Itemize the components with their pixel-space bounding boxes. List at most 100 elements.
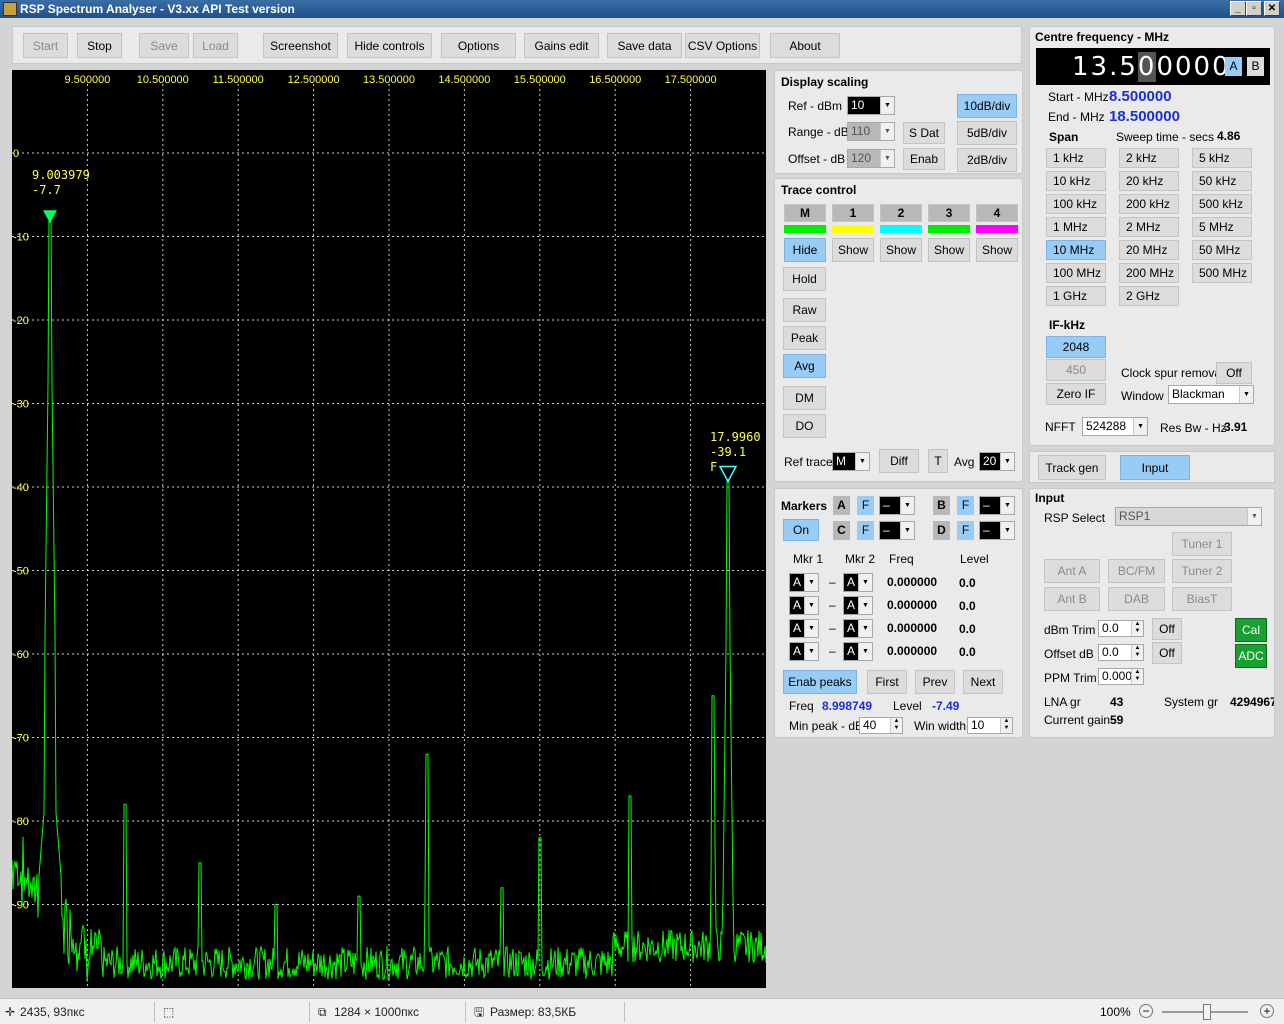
about-button[interactable]: About <box>770 33 840 58</box>
enab-peaks-button[interactable]: Enab peaks <box>783 670 857 694</box>
nfft-combo[interactable]: 524288 ▼ <box>1082 417 1148 436</box>
span-2mhz-button[interactable]: 2 MHz <box>1119 217 1179 237</box>
spectrum-plot[interactable]: 9.500000 10.500000 11.500000 12.500000 13.50… <box>12 70 766 988</box>
marker-c-f-button[interactable]: F <box>857 521 874 540</box>
spin-arrows-icon[interactable]: ▲ ▼ <box>1131 645 1143 660</box>
marker-row-1-mkr2[interactable]: A ▼ <box>843 573 873 592</box>
if-450-button[interactable]: 450 <box>1046 359 1106 381</box>
marker-row-3-mkr2[interactable]: A ▼ <box>843 619 873 638</box>
span-20khz-button[interactable]: 20 kHz <box>1119 171 1179 191</box>
span-1ghz-button[interactable]: 1 GHz <box>1046 286 1106 306</box>
biast-button[interactable]: BiasT <box>1172 587 1232 611</box>
centre-b-button[interactable]: B <box>1247 57 1264 76</box>
dm-button[interactable]: DM <box>783 386 826 410</box>
marker-row-4-mkr1[interactable]: A ▼ <box>789 642 819 661</box>
span-500khz-button[interactable]: 500 kHz <box>1192 194 1252 214</box>
zoom-out-icon[interactable]: − <box>1139 1004 1153 1018</box>
load-button[interactable]: Load <box>193 33 238 58</box>
ppm-trim-spin[interactable]: 0.000 ▲ ▼ <box>1098 668 1144 685</box>
save-button[interactable]: Save <box>139 33 189 58</box>
span-2khz-button[interactable]: 2 kHz <box>1119 148 1179 168</box>
dbm-trim-spin[interactable]: 0.0 ▲ ▼ <box>1098 620 1144 637</box>
prev-button[interactable]: Prev <box>915 670 955 694</box>
save-data-button[interactable]: Save data <box>607 33 682 58</box>
trace-2-toggle-button[interactable]: Show <box>880 238 922 262</box>
zoom-slider-handle[interactable] <box>1203 1004 1211 1020</box>
clock-spur-button[interactable]: Off <box>1216 362 1252 384</box>
span-50khz-button[interactable]: 50 kHz <box>1192 171 1252 191</box>
frequency-display[interactable]: 13.500000 A B <box>1036 48 1270 85</box>
span-50mhz-button[interactable]: 50 MHz <box>1192 240 1252 260</box>
marker-c-combo[interactable]: – ▼ <box>879 521 915 540</box>
offset-db-off-button[interactable]: Off <box>1152 642 1182 664</box>
ant-b-button[interactable]: Ant B <box>1044 587 1100 611</box>
trace-3-toggle-button[interactable]: Show <box>928 238 970 262</box>
marker-b-button[interactable]: B <box>933 496 950 515</box>
span-10khz-button[interactable]: 10 kHz <box>1046 171 1106 191</box>
ant-a-button[interactable]: Ant A <box>1044 559 1100 583</box>
10db-div-button[interactable]: 10dB/div <box>957 94 1017 118</box>
hold-button[interactable]: Hold <box>783 267 826 291</box>
adc-button[interactable]: ADC <box>1235 644 1267 668</box>
maximize-button[interactable]: ▫ <box>1246 1 1262 16</box>
spin-arrows-icon[interactable]: ▲ ▼ <box>1131 669 1143 684</box>
span-2ghz-button[interactable]: 2 GHz <box>1119 286 1179 306</box>
bcfm-button[interactable]: BC/FM <box>1108 559 1165 583</box>
offset-combo[interactable]: 120 ▼ <box>847 149 895 168</box>
zero-if-button[interactable]: Zero IF <box>1046 383 1106 405</box>
markers-on-button[interactable]: On <box>783 519 819 541</box>
marker-a-combo[interactable]: – ▼ <box>879 496 915 515</box>
span-5mhz-button[interactable]: 5 MHz <box>1192 217 1252 237</box>
span-1khz-button[interactable]: 1 kHz <box>1046 148 1106 168</box>
range-combo[interactable]: 110 ▼ <box>847 122 895 141</box>
trace-4-header[interactable]: 4 <box>976 204 1018 222</box>
ref-combo[interactable]: 10 ▼ <box>847 96 895 115</box>
if-2048-button[interactable]: 2048 <box>1046 336 1106 358</box>
min-peak-spin[interactable]: 40 ▲ ▼ <box>859 717 903 734</box>
csv-options-button[interactable]: CSV Options <box>685 33 760 58</box>
close-button[interactable]: ✕ <box>1264 1 1280 16</box>
raw-button[interactable]: Raw <box>783 298 826 322</box>
diff-button[interactable]: Diff <box>879 449 919 473</box>
marker-a-f-button[interactable]: F <box>857 496 874 515</box>
span-10mhz-button[interactable]: 10 MHz <box>1046 240 1106 260</box>
marker-row-2-mkr1[interactable]: A ▼ <box>789 596 819 615</box>
do-button[interactable]: DO <box>783 414 826 438</box>
span-500mhz-button[interactable]: 500 MHz <box>1192 263 1252 283</box>
span-100khz-button[interactable]: 100 kHz <box>1046 194 1106 214</box>
next-button[interactable]: Next <box>963 670 1003 694</box>
spin-arrows-icon[interactable]: ▲ ▼ <box>1000 718 1012 733</box>
win-width-spin[interactable]: 10 ▲ ▼ <box>967 717 1013 734</box>
span-200mhz-button[interactable]: 200 MHz <box>1119 263 1179 283</box>
span-1mhz-button[interactable]: 1 MHz <box>1046 217 1106 237</box>
enab-button[interactable]: Enab <box>903 148 945 170</box>
span-100mhz-button[interactable]: 100 MHz <box>1046 263 1106 283</box>
tab-track-gen[interactable]: Track gen <box>1038 455 1106 480</box>
marker-b-combo[interactable]: – ▼ <box>979 496 1015 515</box>
tuner1-button[interactable]: Tuner 1 <box>1172 532 1232 556</box>
ref-trace-combo[interactable]: M ▼ <box>832 452 870 471</box>
trace-3-header[interactable]: 3 <box>928 204 970 222</box>
window-combo[interactable]: Blackman ▼ <box>1168 385 1254 404</box>
avg-count-combo[interactable]: 20 ▼ <box>979 452 1015 471</box>
centre-a-button[interactable]: A <box>1225 57 1242 76</box>
span-5khz-button[interactable]: 5 kHz <box>1192 148 1252 168</box>
gains-edit-button[interactable]: Gains edit <box>524 33 599 58</box>
trace-1-header[interactable]: 1 <box>832 204 874 222</box>
marker-d-button[interactable]: D <box>933 521 950 540</box>
minimize-button[interactable]: _ <box>1230 1 1246 16</box>
trace-4-toggle-button[interactable]: Show <box>976 238 1018 262</box>
first-button[interactable]: First <box>867 670 907 694</box>
options-button[interactable]: Options <box>441 33 516 58</box>
span-200khz-button[interactable]: 200 kHz <box>1119 194 1179 214</box>
peak-button[interactable]: Peak <box>783 326 826 350</box>
trace-1-toggle-button[interactable]: Show <box>832 238 874 262</box>
start-button[interactable]: Start <box>23 33 68 58</box>
2db-div-button[interactable]: 2dB/div <box>957 148 1017 172</box>
cal-button[interactable]: Cal <box>1235 618 1267 642</box>
stop-button[interactable]: Stop <box>77 33 122 58</box>
marker-d-combo[interactable]: – ▼ <box>979 521 1015 540</box>
zoom-in-icon[interactable]: + <box>1260 1004 1274 1018</box>
marker-c-button[interactable]: C <box>833 521 850 540</box>
tuner2-button[interactable]: Tuner 2 <box>1172 559 1232 583</box>
